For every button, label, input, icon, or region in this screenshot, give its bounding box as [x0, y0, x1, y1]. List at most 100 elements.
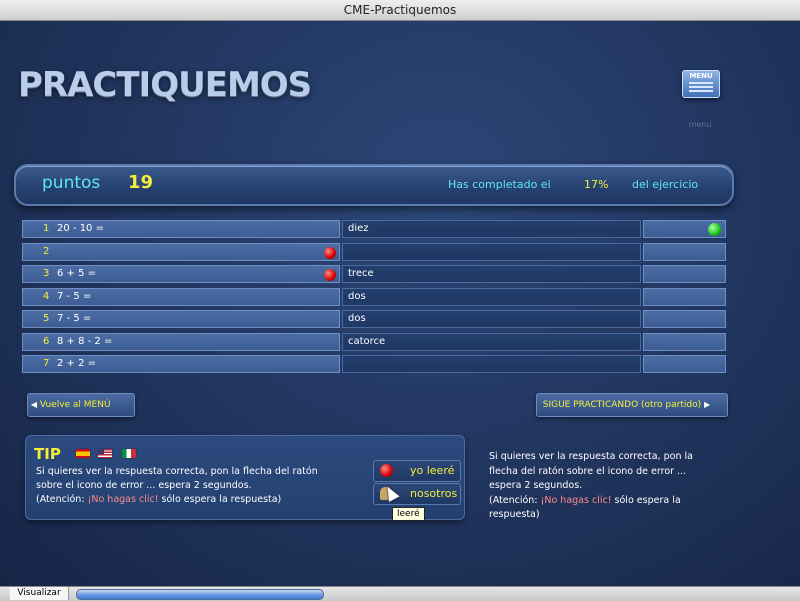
back-to-menu-label: Vuelve al MENÚ [39, 400, 111, 410]
arrow-right-icon: ▶ [704, 400, 711, 409]
error-icon[interactable] [324, 269, 336, 281]
window-titlebar: CME-Practiquemos [0, 0, 800, 21]
score-label: puntos [42, 173, 101, 193]
menu-button[interactable]: MENU menu [682, 70, 720, 132]
exercise-question-cell: 3 6 + 5 = [22, 265, 340, 283]
answer-text: dos [348, 313, 366, 324]
tip-line: Si quieres ver la respuesta correcta, po… [36, 466, 318, 477]
tip-text: Si quieres ver la respuesta correcta, po… [36, 465, 371, 507]
result-cell [643, 355, 726, 373]
tip-end: sólo espera la respuesta) [161, 494, 282, 505]
result-cell [643, 287, 726, 306]
side-help-line: respuesta) [489, 509, 540, 520]
exercise-expression: 8 + 8 - 2 = [57, 335, 113, 347]
exercise-question-cell: 4 7 - 5 = [22, 287, 340, 306]
exercise-number: 4 [43, 290, 50, 302]
keep-practicing-label: SIGUE PRACTICANDO (otro partido) [542, 400, 702, 410]
exercise-number: 3 [43, 268, 50, 279]
result-cell [643, 242, 726, 261]
app-stage: PRACTIQUEMOS MENU menu puntos 19 Has com… [0, 21, 800, 586]
side-help-end: sólo espera la [614, 494, 681, 506]
spain-flag-icon[interactable] [76, 449, 90, 458]
exercise-number: 5 [43, 313, 50, 324]
exercise-question-cell: 6 8 + 8 - 2 = [22, 332, 340, 351]
progress-suffix: del ejercicio [632, 178, 699, 191]
score-bar: puntos 19 Has completado el 17% del ejer… [14, 164, 734, 206]
window-title: CME-Practiquemos [343, 3, 457, 17]
answer-field[interactable] [342, 355, 641, 373]
exercise-number: 6 [43, 335, 50, 347]
answer-field[interactable]: dos [342, 310, 641, 328]
correct-icon [708, 223, 721, 236]
exercise-expression: 7 - 5 = [57, 313, 92, 324]
side-help-line: espera 2 segundos. [489, 480, 583, 491]
status-bar: Visualizar [0, 586, 800, 601]
exercise-expression: 20 - 10 = [57, 223, 104, 234]
exercise-question-cell: 1 20 - 10 = [22, 220, 340, 238]
answer-text: dos [348, 290, 366, 302]
answer-text: trece [348, 268, 374, 279]
tip-line: sobre el icono de error ... espera 2 seg… [36, 480, 252, 491]
exercise-expression: 6 + 5 = [57, 268, 97, 279]
exercise-number: 2 [43, 245, 50, 257]
exercise-number: 1 [43, 223, 50, 234]
usa-flag-icon[interactable] [98, 449, 112, 458]
exercise-question-cell: 2 [22, 242, 340, 261]
menu-icon-line [689, 90, 713, 92]
error-icon[interactable] [324, 246, 336, 259]
app-logo: PRACTIQUEMOS [18, 65, 312, 105]
exercise-row: 5 7 - 5 = dos [22, 310, 726, 328]
exercise-expression: 7 - 5 = [57, 290, 92, 302]
answer-field[interactable] [342, 242, 641, 261]
exercise-row: 6 8 + 8 - 2 = catorce [22, 332, 726, 351]
exercise-row: 1 20 - 10 = diez [22, 220, 726, 238]
back-to-menu-button[interactable]: ◀ Vuelve al MENÚ [27, 393, 135, 417]
tip-attention-line: (Atención: ¡No hagas clic! sólo espera l… [36, 493, 371, 507]
exercise-row: 7 2 + 2 = [22, 355, 726, 373]
tooltip: leeré [392, 507, 425, 521]
arrow-left-icon: ◀ [30, 400, 38, 409]
menu-label: menu [688, 120, 712, 129]
exercise-row: 4 7 - 5 = dos [22, 287, 726, 306]
side-help-attention: (Atención: [489, 494, 538, 506]
menu-icon-line [689, 82, 713, 84]
tip-title: TIP [34, 445, 61, 463]
answer-text: catorce [348, 335, 386, 347]
loading-progress-bar [76, 589, 324, 600]
exercise-row: 2 [22, 242, 726, 261]
answer-text: diez [348, 223, 369, 234]
result-cell [643, 310, 726, 328]
side-help-text: Si quieres ver la respuesta correcta, po… [489, 450, 714, 523]
tip-attention: (Atención: [36, 494, 85, 505]
score-value: 19 [128, 172, 154, 193]
tip-highlight: ¡No hagas clic! [87, 494, 159, 505]
answer-field[interactable]: catorce [342, 332, 641, 351]
exercise-number: 7 [43, 358, 50, 369]
progress-prefix: Has completado el [448, 178, 551, 191]
answer-field[interactable]: dos [342, 287, 641, 306]
menu-icon-line [689, 86, 713, 88]
exercise-question-cell: 7 2 + 2 = [22, 355, 340, 373]
exercise-question-cell: 5 7 - 5 = [22, 310, 340, 328]
keep-practicing-button[interactable]: SIGUE PRACTICANDO (otro partido) ▶ [536, 393, 728, 417]
side-help-line: flecha del ratón sobre el icono de error… [489, 465, 687, 477]
read-together-label: nosotros [410, 487, 458, 500]
exercise-expression: 2 + 2 = [57, 358, 97, 369]
speaker-icon [380, 464, 393, 477]
read-myself-button[interactable]: yo leeré [373, 460, 461, 482]
side-help-highlight: ¡No hagas clic! [540, 494, 612, 506]
answer-field[interactable]: diez [342, 220, 641, 238]
answer-field[interactable]: trece [342, 265, 641, 283]
menu-icon[interactable]: MENU [682, 70, 720, 98]
side-help-attention-line: (Atención: ¡No hagas clic! sólo espera l… [489, 494, 714, 509]
progress-percent: 17% [584, 178, 609, 191]
result-cell [643, 332, 726, 351]
result-cell [643, 220, 726, 238]
read-myself-label: yo leeré [410, 464, 455, 477]
result-cell [643, 265, 726, 283]
exercise-list: 1 20 - 10 = diez 2 3 6 + 5 = trece 4 7 -… [22, 220, 726, 378]
visualize-button[interactable]: Visualizar [10, 587, 69, 600]
side-help-line: Si quieres ver la respuesta correcta, po… [489, 451, 693, 462]
exercise-row: 3 6 + 5 = trece [22, 265, 726, 283]
italy-flag-icon[interactable] [122, 449, 136, 458]
